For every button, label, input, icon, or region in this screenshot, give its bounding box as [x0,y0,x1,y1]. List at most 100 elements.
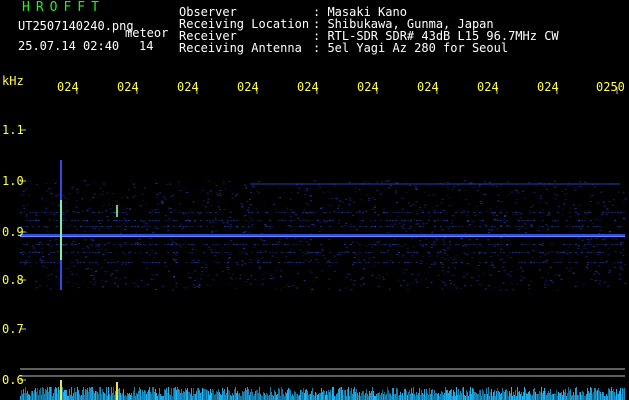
noise-spike [188,392,189,400]
side-band-dot [479,220,481,221]
time-tick-marks [76,87,618,94]
noise-spike [219,392,220,400]
noise-dot [304,253,307,255]
noise-dot [556,194,559,196]
noise-dot [39,260,42,262]
noise-dot [202,200,205,202]
noise-dot [402,228,405,230]
noise-dot [388,187,391,189]
y-tick-label: 1.0 [2,174,24,188]
noise-dot [443,181,446,183]
noise-dot [308,261,311,263]
noise-spike [403,396,404,400]
noise-dot [229,254,231,255]
noise-dot [253,246,256,248]
noise-spike [329,392,330,400]
noise-dot [372,209,375,210]
noise-dot [228,258,231,260]
side-band-dot [299,244,301,245]
noise-spike [510,393,511,400]
noise-spike [433,396,434,400]
noise-spike [414,394,415,400]
noise-dot [92,275,95,276]
side-band-dot [554,262,556,263]
noise-dot [556,289,559,291]
noise-dot [119,278,122,280]
side-band-dot [524,252,526,253]
side-band-dot [527,252,529,253]
noise-dot [587,241,590,243]
noise-dot [524,232,527,234]
side-band-dot [170,244,172,245]
noise-dot [170,196,173,198]
side-band-dot [506,212,508,213]
noise-dot [487,285,490,287]
noise-dot [541,276,544,278]
noise-dot [474,226,477,228]
noise-dot [515,190,518,192]
noise-dot [101,191,104,193]
noise-dot [326,191,329,193]
side-band-dot [203,244,205,245]
noise-dot [489,274,492,276]
side-band-dot [167,226,169,227]
noise-dot [612,198,615,200]
noise-spike [508,396,509,400]
noise-dot [581,224,584,226]
noise-spike [144,390,145,400]
noise-dot [434,185,437,187]
noise-dot [554,180,556,182]
side-band-dot [332,262,334,263]
noise-dot [243,274,246,276]
side-band-dot [338,252,340,253]
noise-dot [327,205,330,206]
noise-spike [372,387,373,400]
noise-dot [35,184,38,186]
noise-dot [577,237,580,239]
side-band-dot [359,262,361,263]
noise-spike [146,394,147,400]
side-band-dot [581,220,583,221]
noise-dot [506,181,509,183]
noise-dot [433,220,436,222]
noise-spike [384,392,385,400]
noise-spike [469,391,470,400]
side-band-dot [293,244,295,245]
noise-dot [532,257,535,258]
noise-dot [443,237,446,238]
noise-spike [449,391,450,400]
side-band-dot [257,252,259,253]
noise-dot [250,285,253,287]
side-band-dot [74,244,76,245]
noise-dot [309,259,312,261]
noise-spike [54,389,55,400]
side-band-dot [35,252,37,253]
noise-dot [465,273,468,275]
noise-spike [363,391,364,400]
side-band-dot [353,262,355,263]
side-band-dot [500,226,502,227]
noise-dot [206,192,209,194]
noise-dot [117,286,120,288]
noise-dot [290,191,293,193]
side-band-dot [320,226,322,227]
noise-dot [153,279,156,281]
noise-dot [124,242,127,244]
noise-spike [613,389,614,400]
noise-dot [511,191,514,193]
noise-spike [405,389,406,400]
noise-dot [309,233,312,234]
noise-dot [275,270,278,272]
side-band-dot [575,212,577,213]
noise-dot [431,207,434,209]
noise-dot [446,254,449,256]
noise-dot [247,209,250,211]
side-band-dot [245,244,247,245]
noise-dot [440,280,443,282]
noise-dot [258,191,261,193]
noise-dot [599,191,602,193]
noise-spike [484,394,485,400]
noise-spike [503,391,504,400]
noise-spike [596,391,597,400]
noise-dot [243,248,245,250]
